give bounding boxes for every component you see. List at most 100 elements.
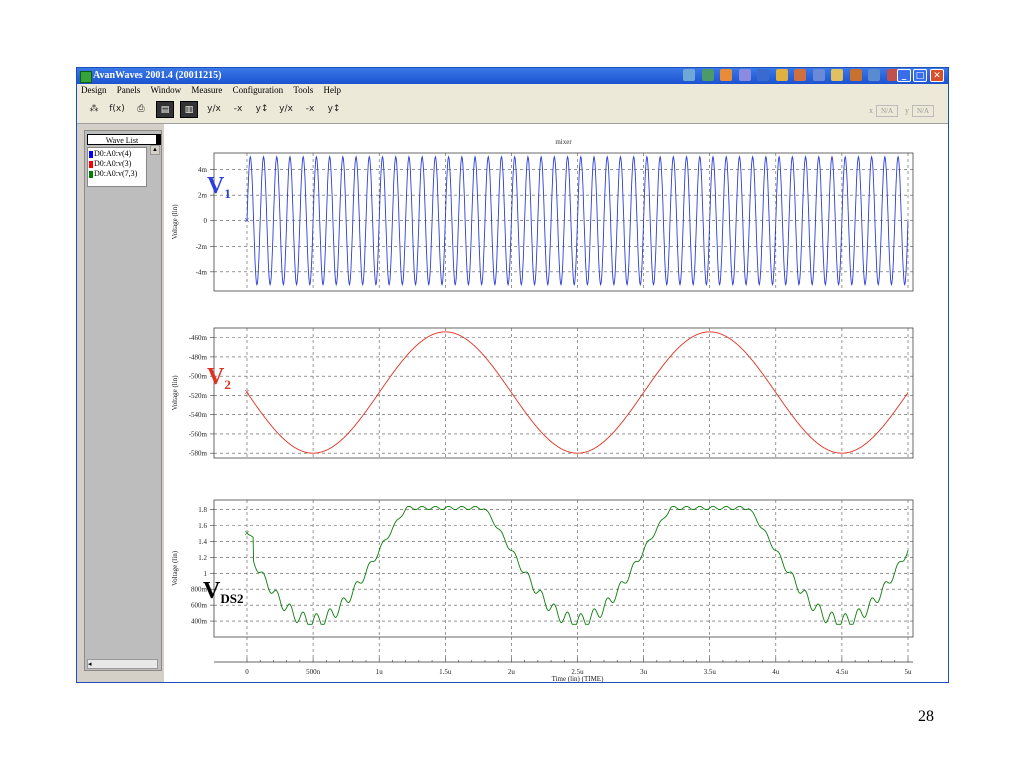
wave-list: D0:A0:v(4) D0:A0:v(3) D0:A0:v(7,3) (87, 147, 147, 187)
annotation-main: V (207, 173, 225, 199)
coord-x: x N/A (869, 105, 898, 117)
wave-list-title[interactable]: Wave List (87, 134, 157, 145)
menu-measure[interactable]: Measure (191, 85, 222, 95)
export-icon[interactable]: ▤ (156, 101, 174, 118)
cursor-y2-icon[interactable]: y↕ (325, 101, 343, 118)
maximize-button[interactable]: □ (913, 69, 927, 82)
start-marker: × (244, 216, 250, 227)
scroll-up-icon[interactable]: ▲ (150, 145, 160, 155)
y-tick-label: 1.2 (198, 554, 207, 562)
panel-3: 1.81.61.41.21800m600m400mVoltage (lin)×V… (171, 499, 914, 638)
annotation-sub: 1 (224, 186, 231, 201)
x-tick-label: 1u (376, 668, 384, 676)
tree-icon[interactable]: ⁂ (85, 101, 103, 118)
print-icon[interactable]: ⎙ (132, 101, 150, 118)
y-tick-label: -4m (196, 268, 208, 276)
menu-panels[interactable]: Panels (117, 85, 141, 95)
cursor-y-icon[interactable]: y↕ (253, 101, 271, 118)
page-number: 28 (918, 708, 934, 725)
coord-y-value: N/A (912, 105, 934, 117)
y-tick-label: -520m (189, 392, 208, 400)
menu-design[interactable]: Design (81, 85, 107, 95)
y-axis-label: Voltage (lin) (171, 375, 179, 411)
panel-1: 4m2m0-2m-4mVoltage (lin) ×V1 (171, 152, 914, 292)
coord-y: y N/A (905, 105, 934, 117)
tray-icon[interactable] (738, 69, 751, 81)
coord-y-label: y (905, 105, 909, 115)
y-tick-label: 400m (191, 618, 208, 626)
wave-list-title-end (157, 134, 161, 145)
y-tick-label: -580m (189, 450, 208, 458)
coord-x-label: x (869, 105, 873, 115)
y-tick-label: 0 (204, 217, 208, 225)
tray-icon[interactable] (812, 69, 825, 81)
y-tick-label: -500m (189, 373, 208, 381)
menu-window[interactable]: Window (151, 85, 182, 95)
import-icon[interactable]: ▥ (180, 101, 198, 118)
y-tick-label: 1.6 (198, 522, 207, 530)
annotation-main: V (203, 578, 221, 604)
tray-icon[interactable] (868, 69, 880, 81)
x-tick-label: 5u (905, 668, 913, 676)
y-tick-label: -560m (189, 430, 208, 438)
annotation-main: V (207, 364, 225, 390)
swatch-icon (89, 170, 93, 178)
window-title: AvanWaves 2001.4 (20011215) (93, 70, 222, 81)
wave-list-item-label: D0:A0:v(3) (94, 159, 132, 168)
plot-frame (213, 327, 914, 459)
cursor-x2-icon[interactable]: -x (301, 101, 319, 118)
x-tick-label: 4.5u (836, 668, 849, 676)
cursor-y-x2-icon[interactable]: y/x (277, 101, 295, 118)
tray-icon[interactable] (757, 69, 769, 81)
y-tick-label: -540m (189, 411, 208, 419)
menu-tools[interactable]: Tools (293, 85, 313, 95)
wave-list-item-label: D0:A0:v(4) (94, 149, 132, 158)
menu-help[interactable]: Help (324, 85, 342, 95)
close-button[interactable]: ✕ (930, 69, 944, 82)
tray-icon[interactable] (794, 69, 806, 81)
wave-list-item[interactable]: D0:A0:v(3) (89, 159, 131, 169)
tray-icon[interactable] (720, 69, 732, 81)
y-tick-label: -2m (196, 243, 208, 251)
wave-list-item[interactable]: D0:A0:v(7,3) (89, 169, 137, 179)
tray-icon[interactable] (701, 69, 714, 81)
panel-2: -460m -480m -500m -520m -540m -560m -580m Volta… (171, 327, 914, 459)
taskbar-icons (683, 69, 903, 83)
minimize-button[interactable]: _ (897, 69, 911, 82)
wave-list-panel: Wave List D0:A0:v(4) D0:A0:v(3) D0:A0:v(… (84, 130, 162, 671)
y-axis-label: Voltage (lin) (171, 550, 179, 586)
title-bar: AvanWaves 2001.4 (20011215) _ □ ✕ (77, 68, 948, 84)
cursor-y-x-icon[interactable]: y/x (205, 101, 223, 118)
x-tick-label: 3.5u (704, 668, 717, 676)
function-icon[interactable]: f(x) (108, 101, 126, 118)
menu-configuration[interactable]: Configuration (233, 85, 284, 95)
tray-icon[interactable] (831, 69, 843, 81)
start-marker: × (244, 388, 250, 399)
x-tick-label: 500n (306, 668, 321, 676)
plot-area: mixer 4m 2m 0 -2m -4m Voltage (lin) × V1 -460m -48… (164, 124, 948, 683)
swatch-icon (89, 150, 93, 158)
tray-icon[interactable] (849, 69, 862, 81)
horizontal-scrollbar[interactable]: ◂ (87, 659, 158, 669)
cursor-x-icon[interactable]: -x (229, 101, 247, 118)
y-tick-label: 1 (204, 570, 208, 578)
annotation-sub: 2 (224, 377, 231, 392)
coord-x-value: N/A (876, 105, 898, 117)
wave-list-item-label: D0:A0:v(7,3) (94, 169, 138, 178)
x-axis-label: Time (lin) (TIME) (552, 675, 605, 682)
x-tick-label: 1.5u (439, 668, 452, 676)
tray-icon[interactable] (683, 69, 695, 81)
tray-icon[interactable] (775, 69, 788, 81)
y-tick-label: 1.4 (198, 538, 207, 546)
x-tick-label: 3u (640, 668, 648, 676)
annotation-sub: DS2 (220, 591, 243, 606)
y-axis-label: Voltage (lin) (171, 204, 179, 240)
menu-bar: Design Panels Window Measure Configurati… (77, 84, 948, 97)
swatch-icon (89, 160, 93, 168)
app-window: AvanWaves 2001.4 (20011215) _ □ ✕ Design… (76, 67, 949, 683)
y-tick-label: 1.8 (198, 506, 207, 514)
toolbar: ⁂ f(x) ⎙ ▤ ▥ y/x -x y↕ y/x -x y↕ x N/A yN… (77, 97, 948, 124)
wave-list-item[interactable]: D0:A0:v(4) (89, 149, 131, 159)
y-tick-label: -460m (189, 334, 208, 342)
y-tick-label: -480m (189, 353, 208, 361)
